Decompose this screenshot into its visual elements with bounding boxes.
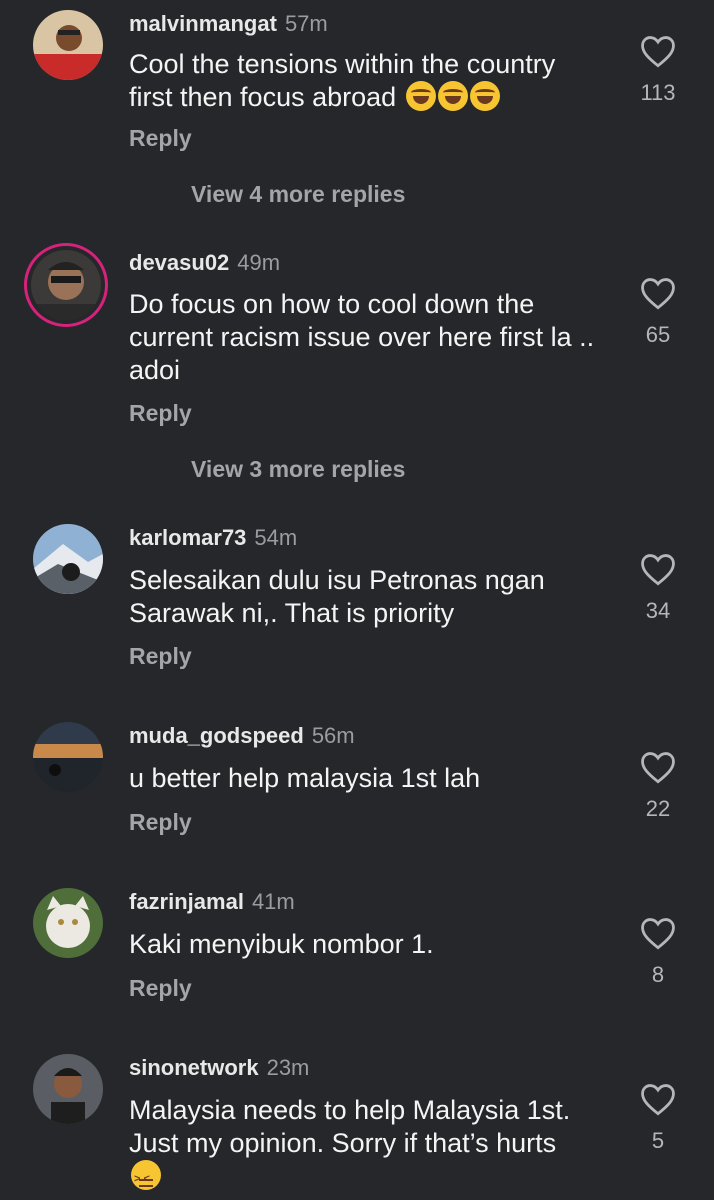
username[interactable]: sinonetwork [129, 1055, 259, 1080]
like-count: 22 [645, 796, 671, 821]
heart-icon[interactable] [639, 750, 677, 784]
avatar[interactable] [33, 722, 103, 792]
comment-line: adoi [129, 355, 181, 385]
confounded-face-icon [131, 1160, 161, 1196]
comment-meta: muda_godspeed 56m [129, 722, 355, 750]
comment-text: Do focus on how to cool down the current… [129, 288, 609, 387]
view-more-replies-button[interactable]: View 4 more replies [191, 181, 405, 208]
heart-icon[interactable] [639, 34, 677, 68]
comment-line: Cool the tensions within the country [129, 49, 556, 79]
avatar[interactable] [33, 1054, 103, 1124]
reply-button[interactable]: Reply [129, 975, 192, 1002]
like-control: 65 [638, 276, 678, 348]
reply-button[interactable]: Reply [129, 809, 192, 836]
comment-text: u better help malaysia 1st lah [129, 762, 609, 795]
comment-line: Just my opinion. Sorry if that’s hurts [129, 1128, 557, 1158]
heart-icon[interactable] [639, 1082, 677, 1116]
like-control: 5 [638, 1082, 678, 1154]
comment-text: Cool the tensions within the country fir… [129, 48, 609, 114]
comment-line: Malaysia needs to help Malaysia 1st. [129, 1095, 571, 1125]
comment-line: u better help malaysia 1st lah [129, 763, 481, 793]
timestamp: 56m [311, 723, 355, 748]
like-count: 5 [651, 1128, 665, 1153]
timestamp: 57m [284, 11, 328, 36]
comment-line: Kaki menyibuk nombor 1. [129, 929, 434, 959]
comment-line: Selesaikan dulu isu Petronas ngan [129, 565, 545, 595]
username[interactable]: devasu02 [129, 250, 229, 275]
timestamp: 41m [251, 889, 295, 914]
timestamp: 23m [266, 1055, 310, 1080]
comment-meta: karlomar73 54m [129, 524, 297, 552]
heart-icon[interactable] [639, 916, 677, 950]
like-control: 22 [638, 750, 678, 822]
face-with-tears-of-joy-icon [405, 81, 436, 111]
like-count: 8 [651, 962, 665, 987]
like-control: 34 [638, 552, 678, 624]
comment-meta: malvinmangat 57m [129, 10, 328, 38]
comment-line: Sarawak ni,. That is priority [129, 598, 455, 628]
like-control: 113 [638, 34, 678, 106]
username[interactable]: karlomar73 [129, 525, 246, 550]
avatar[interactable] [33, 524, 103, 594]
comment-line: first then focus abroad [129, 82, 397, 112]
heart-icon[interactable] [639, 552, 677, 586]
reply-button[interactable]: Reply [129, 400, 192, 427]
like-count: 65 [645, 322, 671, 347]
like-count: 34 [645, 598, 671, 623]
reply-button[interactable]: Reply [129, 125, 192, 152]
username[interactable]: malvinmangat [129, 11, 277, 36]
comment-meta: fazrinjamal 41m [129, 888, 295, 916]
timestamp: 49m [237, 250, 281, 275]
reply-button[interactable]: Reply [129, 643, 192, 670]
username[interactable]: fazrinjamal [129, 889, 244, 914]
comment-text: Kaki menyibuk nombor 1. [129, 928, 609, 961]
comment-text: Malaysia needs to help Malaysia 1st. Jus… [129, 1094, 609, 1196]
view-more-replies-button[interactable]: View 3 more replies [191, 456, 405, 483]
comment-meta: devasu02 49m [129, 249, 280, 277]
face-with-tears-of-joy-icon [437, 81, 468, 111]
comment-line: Do focus on how to cool down the [129, 289, 535, 319]
like-count: 113 [640, 80, 676, 105]
heart-icon[interactable] [639, 276, 677, 310]
avatar[interactable] [33, 888, 103, 958]
comment-meta: sinonetwork 23m [129, 1054, 309, 1082]
username[interactable]: muda_godspeed [129, 723, 304, 748]
like-control: 8 [638, 916, 678, 988]
avatar[interactable] [33, 10, 103, 80]
face-with-tears-of-joy-icon [469, 81, 500, 111]
avatar[interactable] [24, 243, 108, 327]
comment-line: current racism issue over here first la … [129, 322, 595, 352]
comment-text: Selesaikan dulu isu Petronas ngan Sarawa… [129, 564, 609, 630]
timestamp: 54m [254, 525, 298, 550]
